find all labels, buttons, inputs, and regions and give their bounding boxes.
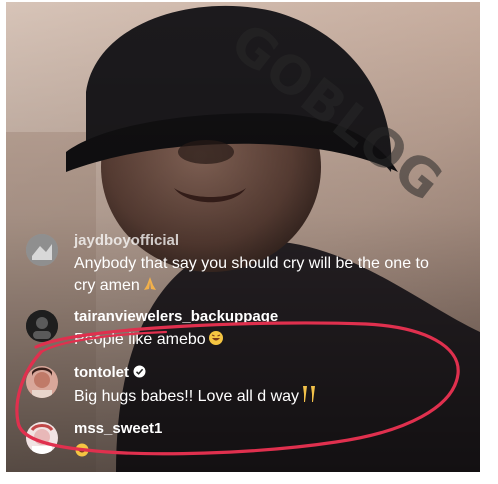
highlight-circle xyxy=(15,321,460,456)
livestream-frame: GOBLOG jaydboyofficial Anybody that say … xyxy=(6,2,480,472)
